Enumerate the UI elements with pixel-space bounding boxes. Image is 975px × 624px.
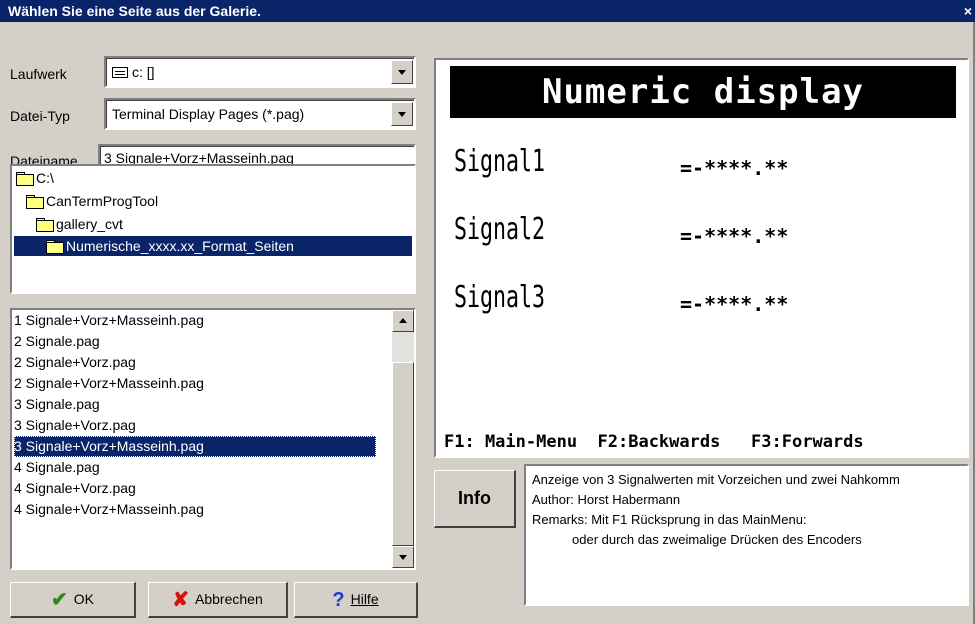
file-list-scrollbar[interactable] [392,310,414,568]
filetype-dropdown-button[interactable] [391,102,413,126]
checkmark-icon: ✔ [51,589,68,612]
close-icon[interactable]: × [961,0,975,22]
window-title: Wählen Sie eine Seite aus der Galerie. [8,3,261,19]
info-description: Anzeige von 3 Signalwerten mit Vorzeiche… [532,472,900,487]
preview-title: Numeric display [450,66,956,118]
file-item[interactable]: 3 Signale.pag [14,394,100,415]
filetype-value: Terminal Display Pages (*.pag) [112,106,305,122]
ok-button[interactable]: ✔ OK [10,582,136,618]
signal-name: Signal1 [454,144,546,179]
info-text-box: Anzeige von 3 Signalwerten mit Vorzeiche… [524,464,969,606]
file-item[interactable]: 4 Signale.pag [14,457,100,478]
scroll-down-button[interactable] [392,546,414,568]
drive-select[interactable]: c: [] [104,56,416,88]
directory-item[interactable]: C:\ [16,168,54,188]
directory-item[interactable]: CanTermProgTool [26,191,158,211]
filetype-label: Datei-Typ [10,108,70,124]
chevron-down-icon [398,112,406,117]
directory-list[interactable]: C:\ CanTermProgTool gallery_cvt Numerisc… [10,164,416,294]
signal-value: =-****.** [680,224,789,248]
file-item[interactable]: 4 Signale+Vorz+Masseinh.pag [14,499,204,520]
folder-open-icon [36,218,54,232]
file-item[interactable]: 1 Signale+Vorz+Masseinh.pag [14,310,204,331]
folder-open-icon [26,195,44,209]
file-item[interactable]: 2 Signale+Vorz.pag [14,352,136,373]
directory-item-selected[interactable]: Numerische_xxxx.xx_Format_Seiten [14,236,412,256]
cancel-button[interactable]: ✘ Abbrechen [148,582,288,618]
drive-dropdown-button[interactable] [391,60,413,84]
arrow-down-icon [399,555,407,560]
chevron-down-icon [398,70,406,75]
drive-value: c: [] [132,64,155,80]
folder-open-icon [46,240,64,254]
file-list[interactable]: 1 Signale+Vorz+Masseinh.pag 2 Signale.pa… [10,308,416,570]
signal-value: =-****.** [680,156,789,180]
info-remarks: Remarks: Mit F1 Rücksprung in das MainMe… [532,512,807,527]
drive-icon [112,67,128,78]
file-item[interactable]: 2 Signale.pag [14,331,100,352]
file-item[interactable]: 4 Signale+Vorz.pag [14,478,136,499]
info-button[interactable]: Info [434,470,516,528]
signal-name: Signal2 [454,212,546,247]
page-preview: Numeric display Signal1 =-****.** Signal… [434,58,969,458]
cross-icon: ✘ [172,589,190,612]
function-key-footer: F1: Main-Menu F2:Backwards F3:Forwards [444,432,864,452]
help-button[interactable]: ? Hilfe [294,582,418,618]
scroll-thumb[interactable] [392,362,414,546]
arrow-up-icon [399,318,407,323]
folder-open-icon [16,172,34,186]
filetype-select[interactable]: Terminal Display Pages (*.pag) [104,98,416,130]
file-item[interactable]: 3 Signale+Vorz.pag [14,415,136,436]
signal-value: =-****.** [680,292,789,316]
info-author: Author: Horst Habermann [532,492,681,507]
question-icon: ? [332,589,345,612]
title-bar: Wählen Sie eine Seite aus der Galerie. × [0,0,975,22]
info-remarks-continued: oder durch das zweimalige Drücken des En… [572,532,862,547]
file-item-selected[interactable]: 3 Signale+Vorz+Masseinh.pag [14,436,376,457]
file-item[interactable]: 2 Signale+Vorz+Masseinh.pag [14,373,204,394]
scroll-up-button[interactable] [392,310,414,332]
signal-name: Signal3 [454,280,546,315]
drive-label: Laufwerk [10,66,67,82]
directory-item[interactable]: gallery_cvt [36,214,123,234]
